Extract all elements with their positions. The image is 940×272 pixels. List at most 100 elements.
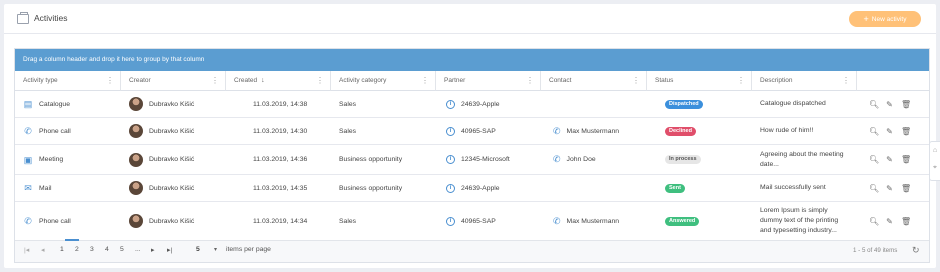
edit-icon[interactable]: ✎	[885, 100, 894, 109]
page-3[interactable]: 3	[90, 246, 94, 253]
created-date: 11.03.2019, 14:34	[253, 217, 308, 225]
cell-category: Sales	[331, 118, 436, 144]
page-size-select[interactable]: 5	[196, 246, 200, 253]
first-page-icon[interactable]: |◂	[24, 246, 29, 254]
column-menu-icon[interactable]: ⋮	[316, 71, 324, 90]
view-details-icon[interactable]: 🔍︎	[869, 184, 879, 193]
info-icon[interactable]: i	[446, 99, 455, 109]
column-header-activity-type[interactable]: Activity type ⋮	[15, 71, 121, 91]
group-by-drop-zone[interactable]: Drag a column header and drop it here to…	[15, 49, 929, 71]
column-menu-icon[interactable]: ⋮	[842, 71, 850, 90]
side-tab[interactable]: ⌂ ⌖	[929, 141, 940, 181]
cell-status: Declined	[647, 118, 752, 144]
edit-icon[interactable]: ✎	[885, 155, 894, 164]
row-actions: 🔍︎ ✎ 🗑︎	[869, 202, 911, 240]
page-1[interactable]: 1	[60, 246, 64, 253]
status-badge: Sent	[665, 183, 685, 193]
column-menu-icon[interactable]: ⋮	[211, 71, 219, 90]
cell-status: Sent	[647, 175, 752, 201]
info-icon[interactable]: i	[446, 183, 455, 193]
previous-page-icon[interactable]: ◂	[41, 246, 44, 254]
home-icon[interactable]: ⌂	[930, 142, 940, 159]
table-row[interactable]: ✆ Phone call Dubravko Kišić 11.03.2019, 1…	[15, 118, 929, 145]
created-date: 11.03.2019, 14:36	[253, 156, 308, 163]
column-header-description[interactable]: Description ⋮	[752, 71, 857, 91]
delete-icon[interactable]: 🗑︎	[901, 184, 911, 193]
contact-phone-icon[interactable]: ✆	[553, 154, 561, 165]
contact-phone-icon[interactable]: ✆	[553, 216, 561, 227]
status-badge: Declined	[665, 126, 696, 136]
created-date: 11.03.2019, 14:38	[253, 100, 308, 108]
delete-icon[interactable]: 🗑︎	[901, 127, 911, 136]
column-menu-icon[interactable]: ⋮	[632, 71, 640, 90]
description-text: Catalogue dispatched	[760, 100, 826, 107]
cell-partner: i 24639-Apple	[436, 91, 541, 117]
edit-icon[interactable]: ✎	[885, 217, 894, 226]
cell-creator: Dubravko Kišić	[121, 202, 226, 240]
column-header-contact[interactable]: Contact ⋮	[541, 71, 647, 91]
avatar	[129, 152, 143, 167]
column-menu-icon[interactable]: ⋮	[737, 71, 745, 90]
table-row[interactable]: ▣ Meeting Dubravko Kišić 11.03.2019, 14:3…	[15, 145, 929, 175]
table-row[interactable]: ✆ Phone call Dubravko Kišić 11.03.2019, 1…	[15, 202, 929, 240]
activity-category: Sales	[339, 100, 357, 108]
partner-name: 24639-Apple	[461, 100, 500, 108]
page-2[interactable]: 2	[75, 246, 79, 253]
column-label: Creator	[129, 77, 151, 84]
edit-icon[interactable]: ✎	[885, 184, 894, 193]
more-pages[interactable]: ...	[135, 246, 141, 253]
avatar	[129, 214, 143, 228]
last-page-icon[interactable]: ▸|	[167, 246, 172, 254]
info-icon[interactable]: i	[446, 126, 455, 136]
description-text: Mail successfully sent	[760, 184, 826, 191]
refresh-icon[interactable]: ↻	[912, 245, 920, 256]
info-icon[interactable]: i	[446, 216, 455, 226]
view-details-icon[interactable]: 🔍︎	[869, 155, 879, 164]
pager: |◂ ◂ 1 2 3 4 5 ... ▸ ▸| 5 ▾ items per pa…	[15, 239, 929, 262]
column-header-status[interactable]: Status ⋮	[647, 71, 752, 91]
creator-name: Dubravko Kišić	[149, 217, 195, 225]
row-actions: 🔍︎ ✎ 🗑︎	[869, 175, 911, 201]
column-header-creator[interactable]: Creator ⋮	[121, 71, 226, 91]
cell-contact: ✆ Max Mustermann	[541, 202, 647, 240]
column-menu-icon[interactable]: ⋮	[526, 71, 534, 90]
contact-phone-icon[interactable]: ✆	[553, 126, 561, 137]
description-line-2: date...	[760, 160, 779, 168]
cell-description: Catalogue dispatched	[752, 91, 857, 117]
activity-type: Phone call	[39, 217, 71, 225]
delete-icon[interactable]: 🗑︎	[901, 100, 911, 109]
chevron-down-icon[interactable]: ▾	[214, 246, 217, 253]
view-details-icon[interactable]: 🔍︎	[869, 100, 879, 109]
column-header-partner[interactable]: Partner ⋮	[436, 71, 541, 91]
cell-creator: Dubravko Kišić	[121, 145, 226, 174]
phone-icon: ✆	[24, 126, 32, 136]
page-5[interactable]: 5	[120, 246, 124, 253]
delete-icon[interactable]: 🗑︎	[901, 217, 911, 226]
cell-partner: i 40965-SAP	[436, 118, 541, 144]
column-header-activity-category[interactable]: Activity category ⋮	[331, 71, 436, 91]
status-badge: Answered	[665, 216, 700, 226]
description-line-1: Lorem Ipsum is simply	[760, 207, 828, 214]
column-header-created[interactable]: Created ↓ ⋮	[226, 71, 331, 91]
activity-type: Phone call	[39, 127, 71, 135]
column-menu-icon[interactable]: ⋮	[106, 71, 114, 90]
row-actions: 🔍︎ ✎ 🗑︎	[869, 145, 911, 174]
column-label: Contact	[549, 77, 572, 84]
table-row[interactable]: ✉ Mail Dubravko Kišić 11.03.2019, 14:35 B…	[15, 175, 929, 202]
table-row[interactable]: ▤ Catalogue Dubravko Kišić 11.03.2019, 14…	[15, 91, 929, 118]
delete-icon[interactable]: 🗑︎	[901, 155, 911, 164]
catalogue-icon: ▤	[23, 99, 33, 109]
cell-description: Lorem Ipsum is simply dummy text of the p…	[752, 202, 857, 240]
page-4[interactable]: 4	[105, 246, 109, 253]
avatar	[129, 124, 143, 138]
next-page-icon[interactable]: ▸	[151, 246, 154, 254]
description-line-3: and typesetting industry...	[760, 227, 837, 234]
view-details-icon[interactable]: 🔍︎	[869, 127, 879, 136]
info-icon[interactable]: i	[446, 155, 455, 164]
new-activity-button[interactable]: + New activity	[849, 11, 921, 27]
column-menu-icon[interactable]: ⋮	[421, 71, 429, 90]
edit-icon[interactable]: ✎	[885, 127, 894, 136]
view-details-icon[interactable]: 🔍︎	[869, 217, 879, 226]
tag-icon[interactable]: ⌖	[930, 159, 940, 176]
status-badge: Dispatched	[665, 99, 703, 109]
